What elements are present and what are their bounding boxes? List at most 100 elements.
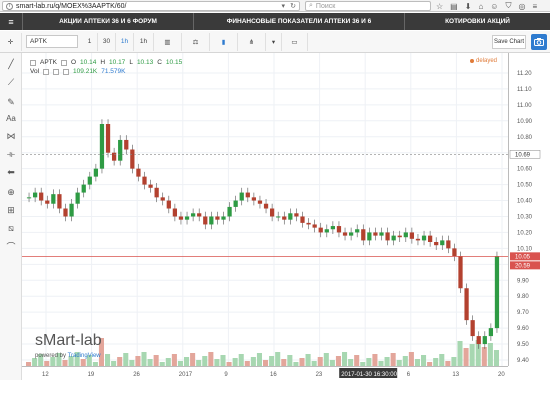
legend-toggle[interactable] bbox=[53, 68, 60, 75]
volume-bar bbox=[80, 359, 86, 366]
arrow-left-icon[interactable]: ⬅ bbox=[4, 165, 18, 179]
chat-icon[interactable]: ☺ bbox=[490, 2, 498, 11]
symbol-input[interactable]: APTK bbox=[26, 35, 78, 48]
candle-body bbox=[26, 197, 32, 199]
candle-body bbox=[434, 242, 439, 246]
volume-bar bbox=[147, 359, 153, 366]
interval-1[interactable]: 1 bbox=[82, 32, 98, 51]
candle-body bbox=[142, 176, 147, 185]
interval-1h[interactable]: 1h bbox=[134, 32, 154, 51]
interval-30[interactable]: 30 bbox=[98, 32, 116, 51]
indicators-icon[interactable]: ⋔ bbox=[238, 32, 266, 51]
chart-area[interactable] bbox=[22, 53, 528, 366]
price-tick-label: 10.30 bbox=[517, 214, 533, 220]
candle-body bbox=[458, 256, 463, 289]
powered-by-text: powered by bbox=[35, 353, 67, 359]
price-chart[interactable] bbox=[22, 53, 508, 366]
candle-body bbox=[251, 197, 257, 201]
legend-toggle[interactable] bbox=[30, 59, 36, 66]
volume-bar bbox=[184, 357, 190, 366]
nav-item-quotes[interactable]: КОТИРОВКИ АКЦИЙ bbox=[405, 18, 550, 25]
chevron-down-icon[interactable]: ▾ bbox=[281, 2, 285, 10]
candle-body bbox=[154, 187, 159, 198]
pattern-icon[interactable]: ⋈ bbox=[4, 129, 18, 143]
chevron-down-icon[interactable]: ▾ bbox=[266, 32, 282, 51]
candle-body bbox=[330, 226, 336, 230]
text-icon[interactable]: Aa bbox=[4, 111, 18, 125]
time-tick-label: 20 bbox=[498, 372, 505, 378]
volume-bar bbox=[214, 359, 220, 366]
price-tick-label: 10.40 bbox=[517, 199, 533, 205]
volume-bar bbox=[317, 357, 323, 366]
save-chart-button[interactable]: Save Chart bbox=[492, 35, 526, 49]
candle-body bbox=[342, 232, 348, 236]
candle-body bbox=[415, 238, 421, 241]
candle-body bbox=[184, 216, 190, 220]
pocket-icon[interactable]: ◎ bbox=[518, 2, 525, 11]
interval-1h-active[interactable]: 1h bbox=[116, 32, 134, 51]
measure-icon[interactable]: ⟛ bbox=[4, 147, 18, 161]
candle-body bbox=[81, 184, 86, 193]
bar-style-icon[interactable]: ▥ bbox=[154, 32, 182, 51]
info-icon[interactable]: i bbox=[6, 2, 13, 10]
nav-item-financials[interactable]: ФИНАНСОВЫЕ ПОКАЗАТЕЛИ АПТЕКИ 36 И 6 bbox=[194, 18, 404, 25]
volume-bar bbox=[487, 343, 493, 366]
compare-icon[interactable]: ⚖ bbox=[182, 32, 210, 51]
price-tick-label: 9.80 bbox=[517, 294, 529, 300]
crosshair-icon[interactable]: ✛ bbox=[0, 32, 22, 51]
home-icon[interactable]: ⌂ bbox=[478, 2, 483, 11]
candle-body bbox=[209, 216, 214, 225]
legend-toggle[interactable] bbox=[43, 68, 50, 75]
trash-icon[interactable]: ⌒ bbox=[4, 239, 18, 253]
volume-bar bbox=[171, 354, 177, 366]
legend-symbol: APTK bbox=[40, 59, 57, 66]
nav-item-forum[interactable]: АКЦИИ АПТЕКИ 36 И 6 ФОРУМ bbox=[23, 18, 193, 25]
legend-toggle[interactable] bbox=[63, 68, 70, 75]
volume-bar bbox=[493, 350, 499, 366]
lock-icon[interactable]: ⧅ bbox=[4, 221, 18, 235]
menu-icon[interactable]: ≡ bbox=[532, 2, 537, 11]
brush-icon[interactable]: ✎ bbox=[4, 95, 18, 109]
candle-body bbox=[464, 288, 469, 321]
volume-bar bbox=[433, 358, 439, 366]
shield-icon[interactable]: ⛉ bbox=[505, 1, 511, 11]
candle-body bbox=[99, 124, 105, 169]
legend-toggle[interactable] bbox=[60, 59, 67, 66]
address-text: smart-lab.ru/q/MOEX%3AAPTK/60/ bbox=[16, 2, 127, 10]
magnet-icon[interactable]: ⊞ bbox=[4, 203, 18, 217]
star-icon[interactable]: ☆ bbox=[436, 2, 443, 11]
volume-bar bbox=[469, 344, 475, 366]
layout-icon[interactable]: ▭ bbox=[282, 32, 308, 51]
reading-list-icon[interactable]: ▤ bbox=[450, 2, 458, 11]
volume-bar bbox=[384, 357, 390, 366]
volume-bar bbox=[366, 358, 372, 366]
hamburger-icon[interactable]: ≡ bbox=[0, 17, 22, 27]
time-tick-label: 16 bbox=[270, 372, 277, 378]
volume-bar bbox=[141, 352, 147, 366]
candle-body bbox=[269, 208, 275, 217]
o-label: O bbox=[70, 59, 77, 66]
time-axis[interactable]: 12 19 26 2017 9 16 23 2017-01-30 16:30:00 6 13 20 bbox=[22, 366, 508, 380]
powered-by[interactable]: powered by TradingView bbox=[35, 353, 101, 359]
camera-icon[interactable] bbox=[531, 34, 547, 50]
candle-body bbox=[227, 206, 232, 217]
address-bar[interactable]: i smart-lab.ru/q/MOEX%3AAPTK/60/ ▾ ↻ bbox=[2, 1, 300, 11]
zoom-icon[interactable]: ⊕ bbox=[4, 185, 18, 199]
time-tick-label: 12 bbox=[42, 372, 49, 378]
search-input[interactable]: ⌕ Поиск bbox=[305, 1, 431, 11]
fib-icon[interactable]: ⟋ bbox=[4, 75, 18, 89]
candle-body bbox=[197, 213, 202, 217]
download-icon[interactable]: ⬇ bbox=[465, 2, 472, 11]
time-tick-label: 23 bbox=[316, 372, 323, 378]
candle-body bbox=[203, 216, 208, 225]
candles-icon[interactable]: ▮ bbox=[210, 32, 238, 51]
volume-bar bbox=[481, 347, 487, 366]
reload-icon[interactable]: ↻ bbox=[290, 2, 296, 10]
candle-body bbox=[190, 213, 196, 217]
price-axis[interactable]: 11.2011.1011.0010.9010.8010.7010.6010.50… bbox=[508, 53, 550, 366]
candle-body bbox=[136, 168, 141, 177]
trendline-icon[interactable]: ╱ bbox=[4, 57, 18, 71]
candle-body bbox=[324, 229, 329, 233]
tradingview-link[interactable]: TradingView bbox=[68, 353, 101, 359]
candle-body bbox=[124, 139, 129, 150]
